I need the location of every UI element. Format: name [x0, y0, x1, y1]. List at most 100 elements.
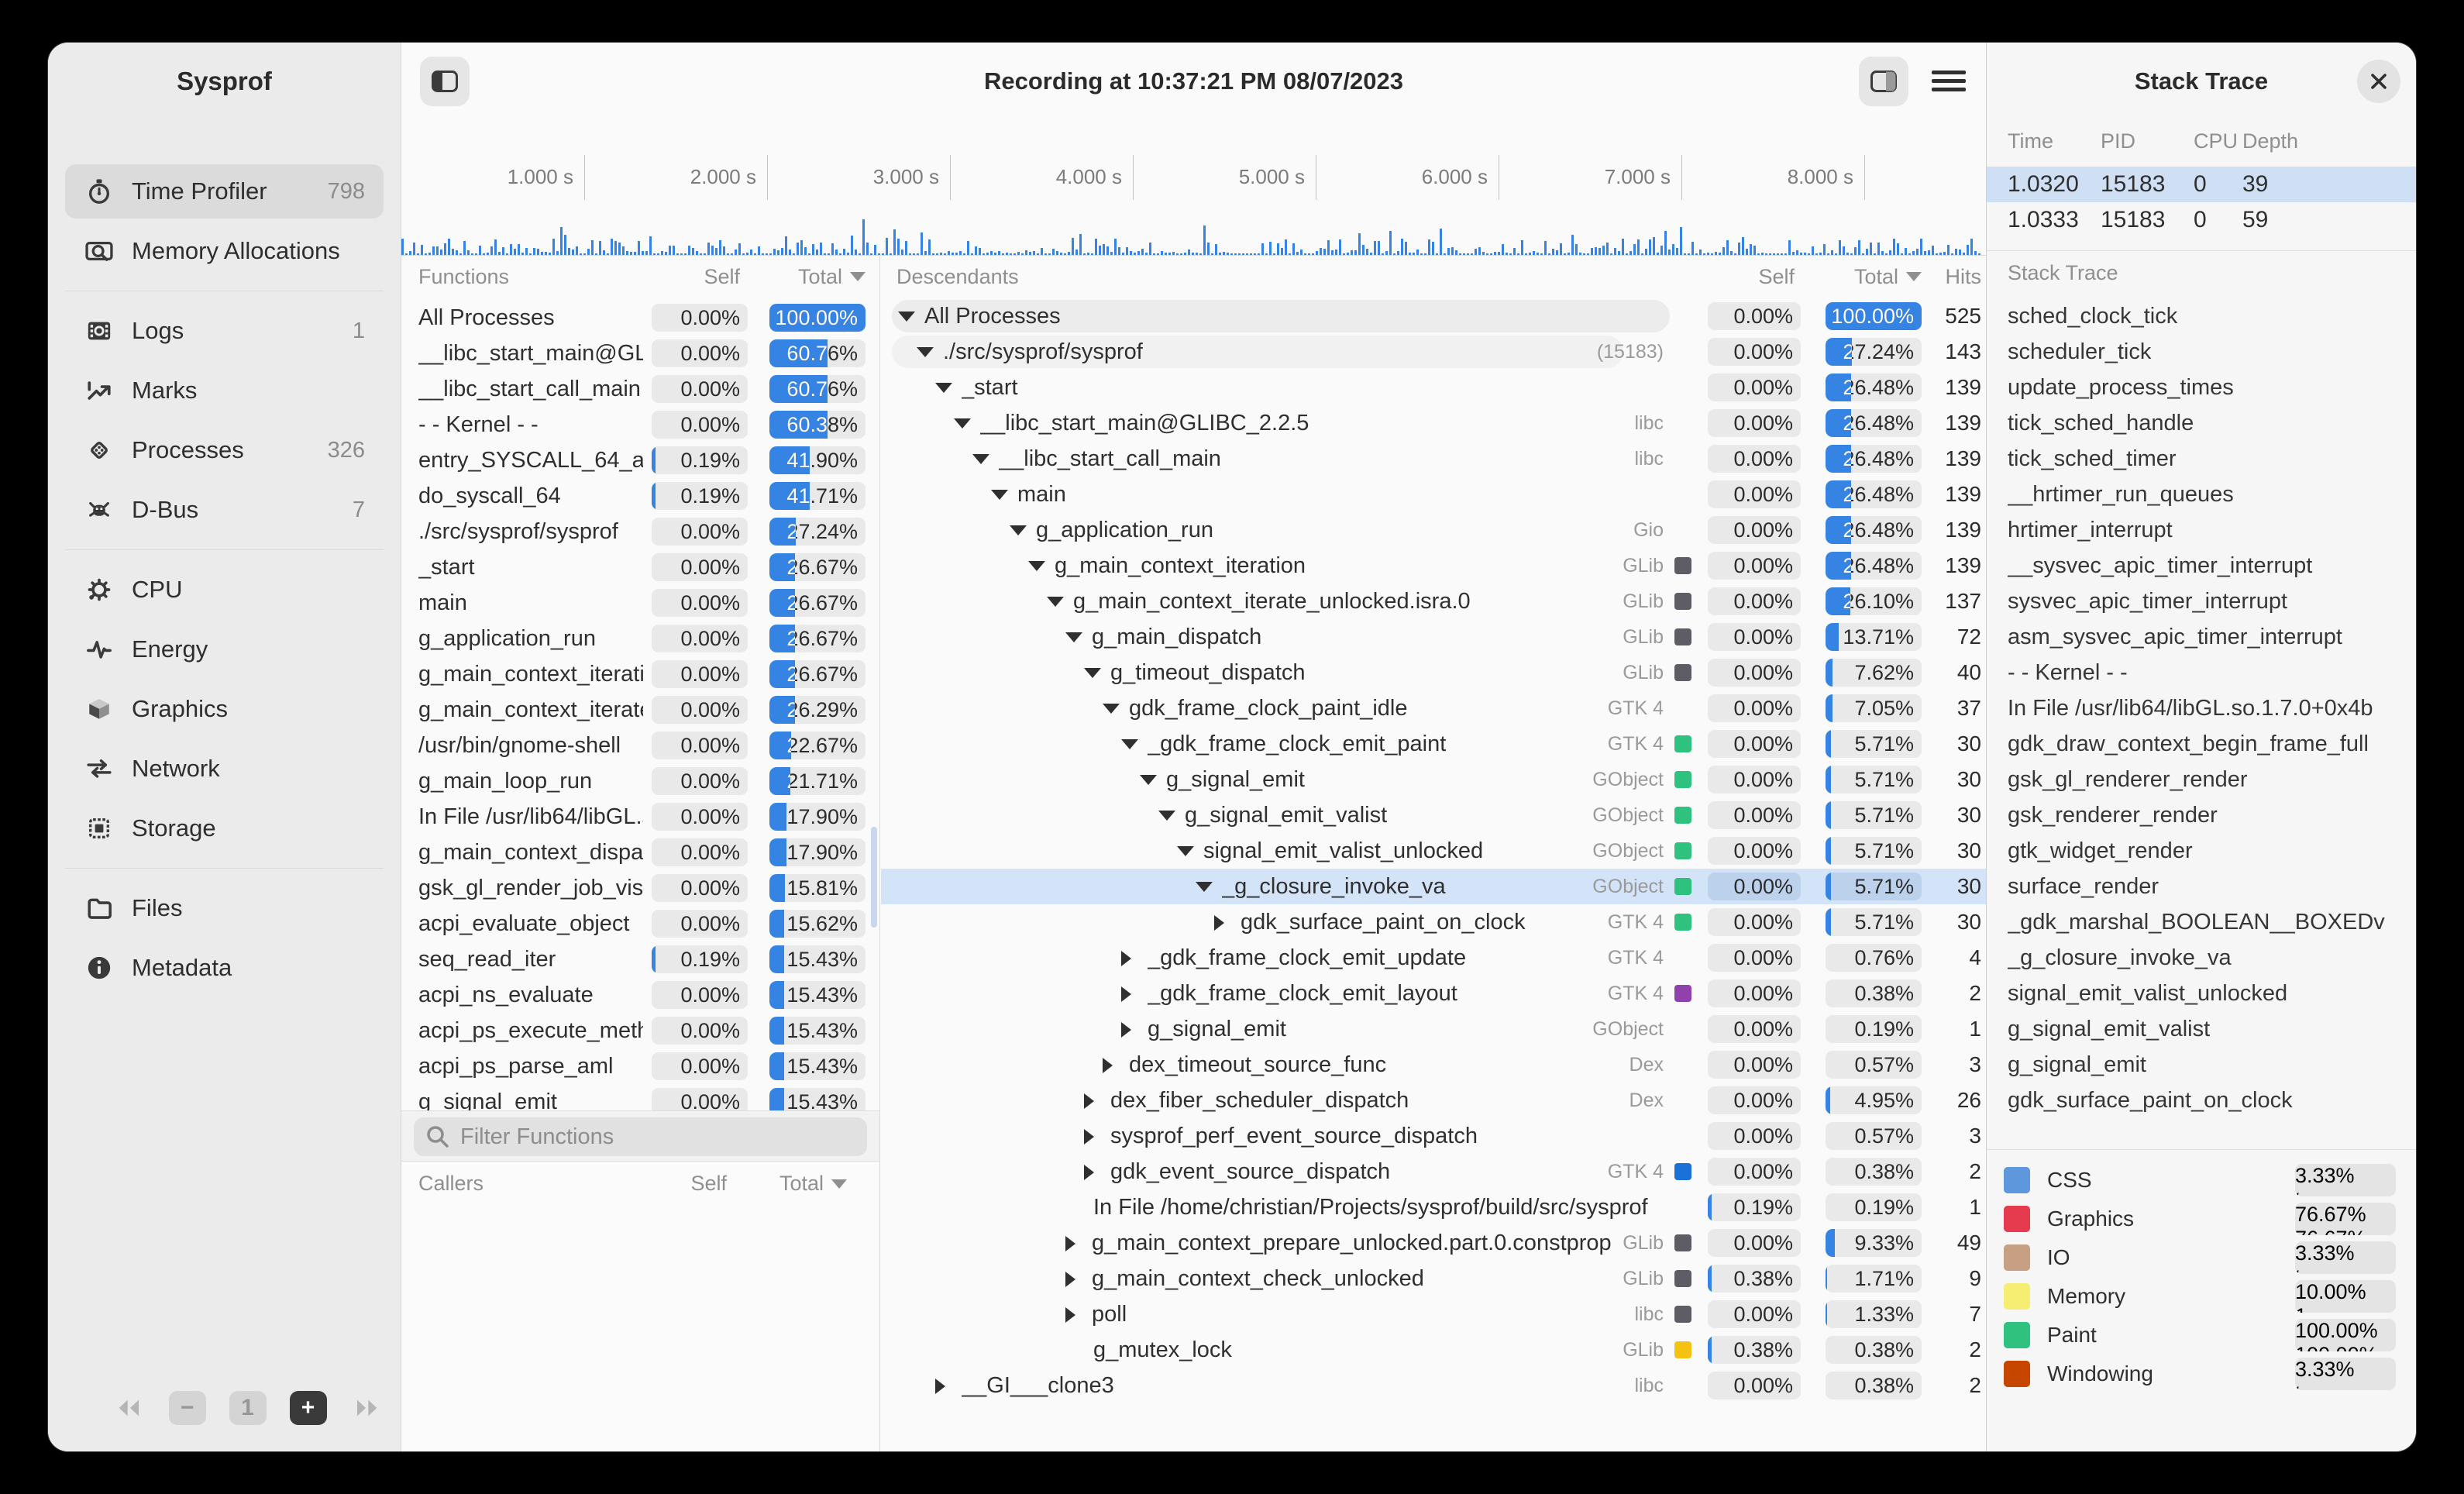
function-row[interactable]: __libc_start_call_main0.00%60.76%60.76%	[401, 371, 879, 407]
descendant-row[interactable]: ./src/sysprof/sysprof(15183)0.00%27.24%2…	[881, 334, 1986, 370]
callers-total-header[interactable]: Total	[754, 1162, 847, 1205]
stack-frame[interactable]: gtk_widget_render	[2008, 833, 2413, 869]
sidebar-item-metadata[interactable]: Metadata	[65, 941, 384, 995]
collapse-arrow-icon[interactable]	[1065, 632, 1082, 642]
expand-arrow-icon[interactable]	[1121, 986, 1131, 1002]
sidebar-item-storage[interactable]: Storage	[65, 801, 384, 855]
function-row[interactable]: acpi_ps_parse_aml0.00%15.43%15.43%	[401, 1048, 879, 1084]
seek-forward-icon[interactable]	[350, 1391, 384, 1425]
callers-self-header[interactable]: Self	[634, 1162, 727, 1205]
function-row[interactable]: /usr/bin/gnome-shell0.00%22.67%22.67%	[401, 728, 879, 763]
descendant-row[interactable]: main0.00%26.48%26.48%139	[881, 477, 1986, 512]
descendant-row[interactable]: g_application_runGio0.00%26.48%26.48%139	[881, 512, 1986, 548]
stack-frame[interactable]: gsk_renderer_render	[2008, 797, 2413, 833]
functions-scrollbar[interactable]	[871, 827, 877, 928]
descendants-column-header[interactable]: Descendants	[896, 256, 1019, 297]
function-row[interactable]: All Processes0.00%100.00%100.00%	[401, 300, 879, 336]
descendant-row[interactable]: __libc_start_main@GLIBC_2.2.5libc0.00%26…	[881, 405, 1986, 441]
collapse-arrow-icon[interactable]	[991, 490, 1008, 500]
stack-frame[interactable]: In File /usr/lib64/libGL.so.1.7.0+0x4b	[2008, 690, 2413, 726]
seek-backward-icon[interactable]	[112, 1391, 146, 1425]
cpu-activity-histogram[interactable]	[401, 201, 1986, 256]
descendant-row[interactable]: __GI___clone3libc0.00%0.38%2	[881, 1368, 1986, 1403]
stack-frame[interactable]: sched_clock_tick	[2008, 298, 2413, 334]
descendant-row[interactable]: dex_timeout_source_funcDex0.00%0.57%3	[881, 1047, 1986, 1083]
descendant-row[interactable]: g_signal_emitGObject0.00%0.19%1	[881, 1011, 1986, 1047]
descendant-row[interactable]: _gdk_frame_clock_emit_layoutGTK 40.00%0.…	[881, 976, 1986, 1011]
descendant-row[interactable]: _start0.00%26.48%26.48%139	[881, 370, 1986, 405]
expand-arrow-icon[interactable]	[1065, 1307, 1075, 1323]
menu-icon[interactable]	[1924, 57, 1974, 106]
total-column-header[interactable]: Total	[769, 256, 865, 297]
collapse-arrow-icon[interactable]	[1158, 811, 1175, 821]
sidebar-item-processes[interactable]: Processes326	[65, 423, 384, 477]
function-row[interactable]: ./src/sysprof/sysprof0.00%27.24%27.24%	[401, 514, 879, 549]
function-row[interactable]: g_main_context_iterate_unlocked0.00%26.2…	[401, 692, 879, 728]
function-row[interactable]: g_application_run0.00%26.67%26.67%	[401, 621, 879, 656]
function-row[interactable]: acpi_ps_execute_method0.00%15.43%15.43%	[401, 1013, 879, 1048]
stack-frame[interactable]: tick_sched_handle	[2008, 405, 2413, 441]
time-column-header[interactable]: Time	[2008, 120, 2053, 163]
descendant-row[interactable]: _gdk_frame_clock_emit_paintGTK 40.00%5.7…	[881, 726, 1986, 762]
function-row[interactable]: seq_read_iter0.19%15.43%15.43%	[401, 941, 879, 977]
descendant-row[interactable]: _g_closure_invoke_vaGObject0.00%5.71%5.7…	[881, 869, 1986, 904]
descendant-row[interactable]: polllibc0.00%1.33%1.33%7	[881, 1296, 1986, 1332]
close-icon[interactable]	[2357, 60, 2400, 103]
cpu-column-header[interactable]: CPU	[2194, 120, 2238, 163]
descendant-row[interactable]: g_signal_emitGObject0.00%5.71%5.71%30	[881, 762, 1986, 797]
functions-column-header[interactable]: Functions	[418, 256, 509, 297]
descendant-row[interactable]: gdk_surface_paint_on_clockGTK 40.00%5.71…	[881, 904, 1986, 940]
collapse-arrow-icon[interactable]	[954, 418, 971, 429]
collapse-arrow-icon[interactable]	[1028, 561, 1045, 571]
descendant-row[interactable]: gdk_event_source_dispatchGTK 40.00%0.38%…	[881, 1154, 1986, 1189]
expand-arrow-icon[interactable]	[1214, 915, 1224, 931]
collapse-arrow-icon[interactable]	[1047, 597, 1064, 607]
descendant-row[interactable]: g_timeout_dispatchGLib0.00%7.62%7.62%40	[881, 655, 1986, 690]
sidebar-item-graphics[interactable]: Graphics	[65, 682, 384, 736]
function-row[interactable]: _start0.00%26.67%26.67%	[401, 549, 879, 585]
expand-arrow-icon[interactable]	[1065, 1236, 1075, 1251]
callers-column-header[interactable]: Callers	[418, 1162, 484, 1205]
desc-self-header[interactable]: Self	[1708, 256, 1801, 297]
expand-arrow-icon[interactable]	[1121, 951, 1131, 966]
descendant-row[interactable]: dex_fiber_scheduler_dispatchDex0.00%4.95…	[881, 1083, 1986, 1118]
sidebar-item-time-profiler[interactable]: Time Profiler798	[65, 164, 384, 219]
collapse-arrow-icon[interactable]	[1103, 704, 1120, 714]
descendant-row[interactable]: g_mutex_lockGLib0.38%0.38%2	[881, 1332, 1986, 1368]
function-row[interactable]: g_signal_emit0.00%15.43%15.43%	[401, 1084, 879, 1110]
descendant-row[interactable]: sysprof_perf_event_source_dispatch0.00%0…	[881, 1118, 1986, 1154]
function-row[interactable]: - - Kernel - -0.00%60.38%60.38%	[401, 407, 879, 442]
sidebar-item-energy[interactable]: Energy	[65, 622, 384, 676]
function-row[interactable]: gsk_gl_render_job_visit_node0.00%15.81%1…	[401, 870, 879, 906]
expand-arrow-icon[interactable]	[1065, 1272, 1075, 1287]
stack-frame[interactable]: asm_sysvec_apic_timer_interrupt	[2008, 619, 2413, 655]
filter-functions-input[interactable]: Filter Functions	[414, 1117, 867, 1156]
descendant-row[interactable]: g_main_dispatchGLib0.00%13.71%13.71%72	[881, 619, 1986, 655]
descendant-row[interactable]: g_main_context_check_unlockedGLib0.38%1.…	[881, 1261, 1986, 1296]
function-row[interactable]: __libc_start_main@GLIBC_2.2.50.00%60.76%…	[401, 336, 879, 371]
depth-column-header[interactable]: Depth	[2242, 120, 2298, 163]
expand-arrow-icon[interactable]	[935, 1379, 945, 1394]
collapse-arrow-icon[interactable]	[1177, 846, 1194, 856]
sidebar-item-network[interactable]: Network	[65, 742, 384, 796]
stack-sample-row[interactable]: 1.032015183039	[1987, 167, 2416, 202]
expand-arrow-icon[interactable]	[1084, 1165, 1094, 1180]
stack-frame[interactable]: scheduler_tick	[2008, 334, 2413, 370]
function-row[interactable]: entry_SYSCALL_64_after_hwframe0.19%41.90…	[401, 442, 879, 478]
page-indicator[interactable]: 1	[229, 1391, 267, 1425]
expand-arrow-icon[interactable]	[1103, 1058, 1113, 1073]
stack-frame[interactable]: _g_closure_invoke_va	[2008, 940, 2413, 976]
sidebar-item-memory-allocations[interactable]: Memory Allocations	[65, 224, 384, 278]
stack-frame[interactable]: - - Kernel - -	[2008, 655, 2413, 690]
stack-frame[interactable]: tick_sched_timer	[2008, 441, 2413, 477]
function-row[interactable]: g_main_context_dispatch0.00%17.90%17.90%	[401, 835, 879, 870]
descendant-row[interactable]: gdk_frame_clock_paint_idleGTK 40.00%7.05…	[881, 690, 1986, 726]
stack-frame[interactable]: gsk_gl_renderer_render	[2008, 762, 2413, 797]
sidebar-item-cpu[interactable]: CPU	[65, 563, 384, 617]
descendant-row[interactable]: In File /home/christian/Projects/sysprof…	[881, 1189, 1986, 1225]
expand-arrow-icon[interactable]	[1084, 1129, 1094, 1145]
collapse-arrow-icon[interactable]	[1140, 775, 1157, 785]
expand-arrow-icon[interactable]	[1084, 1093, 1094, 1109]
zoom-out-button[interactable]: −	[169, 1391, 206, 1425]
collapse-arrow-icon[interactable]	[1196, 882, 1213, 892]
